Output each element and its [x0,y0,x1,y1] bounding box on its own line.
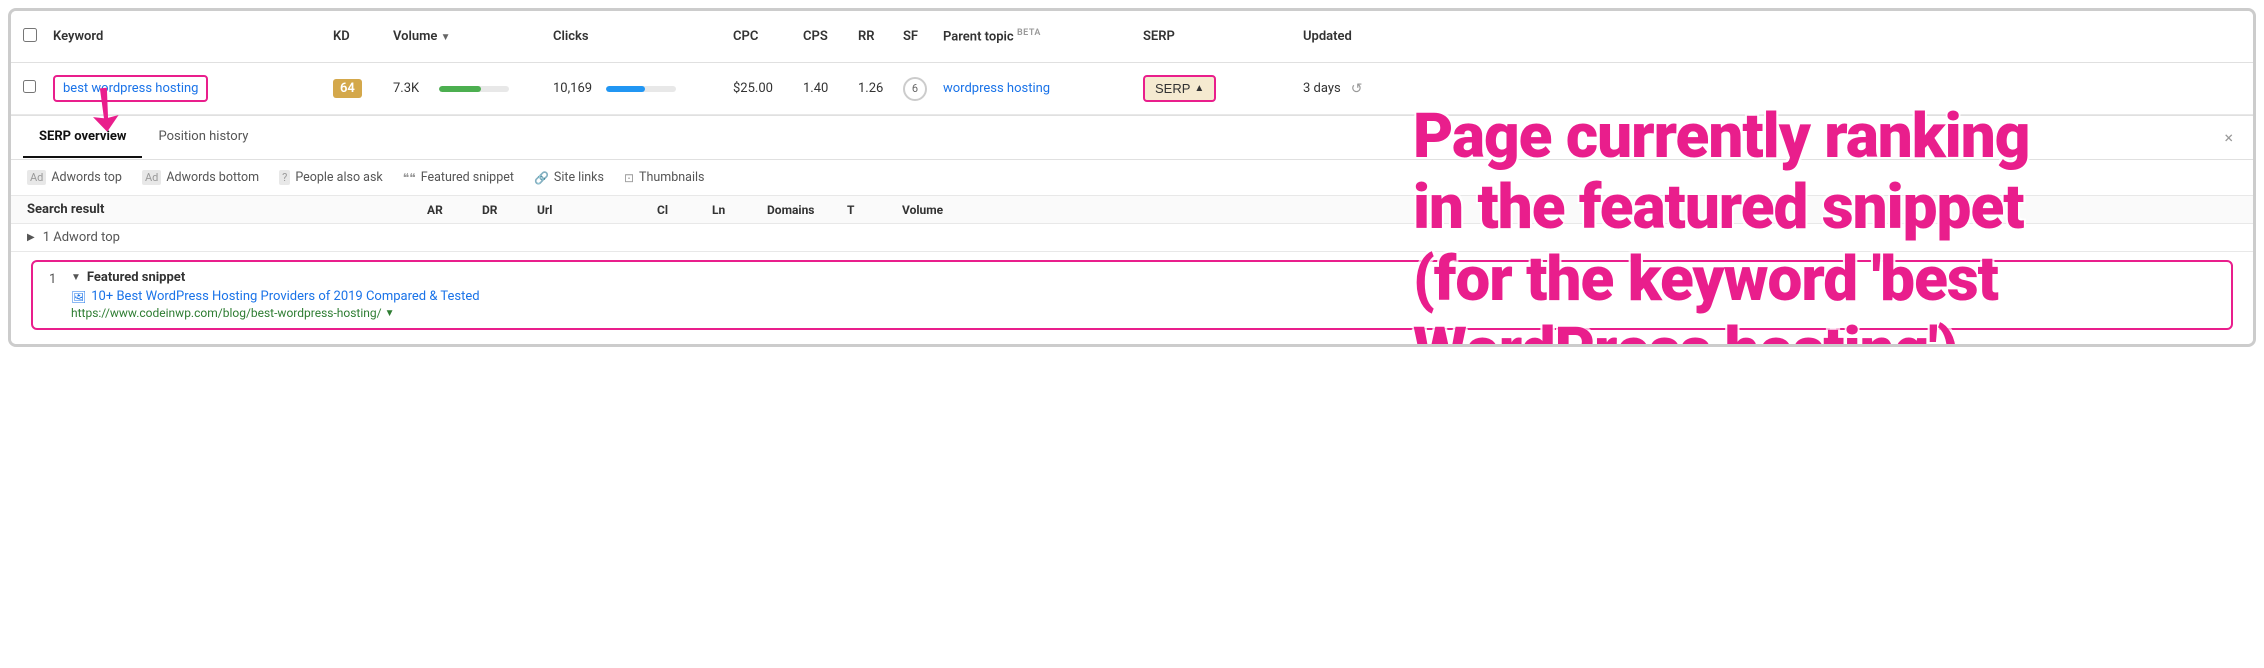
filter-thumbnails[interactable]: ⊡ Thumbnails [624,170,705,185]
col-header-keyword: Keyword [53,29,333,44]
featured-title-row: ▼ Featured snippet [71,270,2215,285]
row-checkbox[interactable] [23,80,36,93]
adword-section: ▶ 1 Adword top [11,224,2253,252]
rh-search-result: Search result [27,202,427,217]
col-header-kd: KD [333,29,393,44]
filter-featured-snippet[interactable]: ❝❝ Featured snippet [403,170,514,185]
featured-label: Featured snippet [87,270,185,285]
rh-domains: Domains [767,203,847,217]
header-checkbox-cell[interactable] [23,28,53,46]
volume-value: 7.3K [393,81,431,96]
clicks-value: 10,169 [553,81,598,96]
cpc-cell: $25.00 [733,81,803,96]
rh-cl: Cl [657,203,712,217]
sf-value: 6 [903,77,927,101]
featured-snippet-section: 1 ▼ Featured snippet 🖼 10+ Best WordPres… [31,260,2233,330]
col-header-clicks: Clicks [553,29,733,44]
page-icon: 🖼 [71,290,86,304]
volume-bar-fill [439,86,481,92]
featured-row: 1 ▼ Featured snippet 🖼 10+ Best WordPres… [49,270,2215,320]
tab-position-history[interactable]: Position history [142,117,264,158]
col-header-cpc: CPC [733,29,803,44]
col-header-cps: CPS [803,29,858,44]
adword-expand-arrow[interactable]: ▶ [27,232,35,243]
url-dropdown-arrow[interactable]: ▼ [385,308,395,319]
result-url: https://www.codeinwp.com/blog/best-wordp… [71,306,2215,320]
results-header: Search result AR DR Url Cl Ln Domains T … [11,196,2253,224]
col-header-volume[interactable]: Volume ▼ [393,29,553,44]
filter-adwords-bottom[interactable]: Ad Adwords bottom [142,170,259,185]
volume-bar-bg [439,86,509,92]
parent-topic-cell[interactable]: wordpress hosting [943,81,1143,96]
row-number: 1 [49,270,63,287]
rh-url: Url [537,203,657,217]
keyword-cell-wrapper: best wordpress hosting [53,75,333,102]
featured-content: ▼ Featured snippet 🖼 10+ Best WordPress … [71,270,2215,320]
thumbnails-icon: ⊡ [624,171,634,185]
serp-tabs-left: SERP overview Position history [23,117,264,158]
rh-dr: DR [482,203,537,217]
rh-volume: Volume [902,203,2237,217]
kd-cell: 64 [333,79,393,98]
adword-label: 1 Adword top [43,230,120,245]
table-header: Keyword KD Volume ▼ Clicks CPC CPS RR SF… [11,11,2253,63]
volume-cell: 7.3K [393,81,553,96]
serp-panel: SERP overview Position history × Ad Adwo… [11,115,2253,344]
adword-row: ▶ 1 Adword top [27,230,2237,245]
filter-site-links[interactable]: 🔗 Site links [534,170,604,185]
filter-people-also-ask[interactable]: ? People also ask [279,170,383,185]
result-link-text: 10+ Best WordPress Hosting Providers of … [91,289,479,304]
serp-button-arrow: ▲ [1194,83,1204,94]
col-header-updated: Updated [1303,29,2241,44]
volume-sort-arrow: ▼ [441,32,451,43]
rh-ar: AR [427,203,482,217]
filter-adwords-top[interactable]: Ad Adwords top [27,170,122,185]
rh-t: T [847,203,902,217]
refresh-icon[interactable]: ↺ [1351,81,1363,97]
kd-badge: 64 [333,79,362,98]
close-button[interactable]: × [2216,124,2241,151]
serp-tabs: SERP overview Position history × [11,116,2253,160]
ad-icon-bottom: Ad [142,170,161,185]
clicks-bar-bg [606,86,676,92]
sf-cell: 6 [903,77,943,101]
row-checkbox-cell[interactable] [23,80,53,97]
featured-expand-arrow[interactable]: ▼ [71,272,81,283]
serp-cell[interactable]: SERP ▲ [1143,75,1303,102]
tab-serp-overview[interactable]: SERP overview [23,117,142,158]
main-container: Keyword KD Volume ▼ Clicks CPC CPS RR SF… [8,8,2256,347]
cps-cell: 1.40 [803,81,858,96]
question-icon: ? [279,170,290,185]
col-header-serp: SERP [1143,29,1303,44]
clicks-cell: 10,169 [553,81,733,96]
col-header-sf: SF [903,29,943,44]
featured-snippet-icon: ❝❝ [403,171,416,185]
clicks-bar-fill [606,86,645,92]
col-header-rr: RR [858,29,903,44]
table-row: best wordpress hosting 64 7.3K 10,169 $2… [11,63,2253,115]
site-links-icon: 🔗 [534,171,549,185]
rh-ln: Ln [712,203,767,217]
rr-cell: 1.26 [858,81,903,96]
ad-icon-top: Ad [27,170,46,185]
result-link[interactable]: 🖼 10+ Best WordPress Hosting Providers o… [71,289,2215,304]
filter-bar: Ad Adwords top Ad Adwords bottom ? Peopl… [11,160,2253,196]
keyword-value: best wordpress hosting [53,75,208,102]
col-header-parent-topic: Parent topic BETA [943,28,1143,44]
select-all-checkbox[interactable] [23,28,37,42]
serp-button[interactable]: SERP ▲ [1143,75,1216,102]
featured-snippet-wrapper: 1 ▼ Featured snippet 🖼 10+ Best WordPres… [11,252,2253,344]
beta-badge: BETA [1017,28,1041,38]
updated-cell: 3 days ↺ [1303,81,2241,97]
